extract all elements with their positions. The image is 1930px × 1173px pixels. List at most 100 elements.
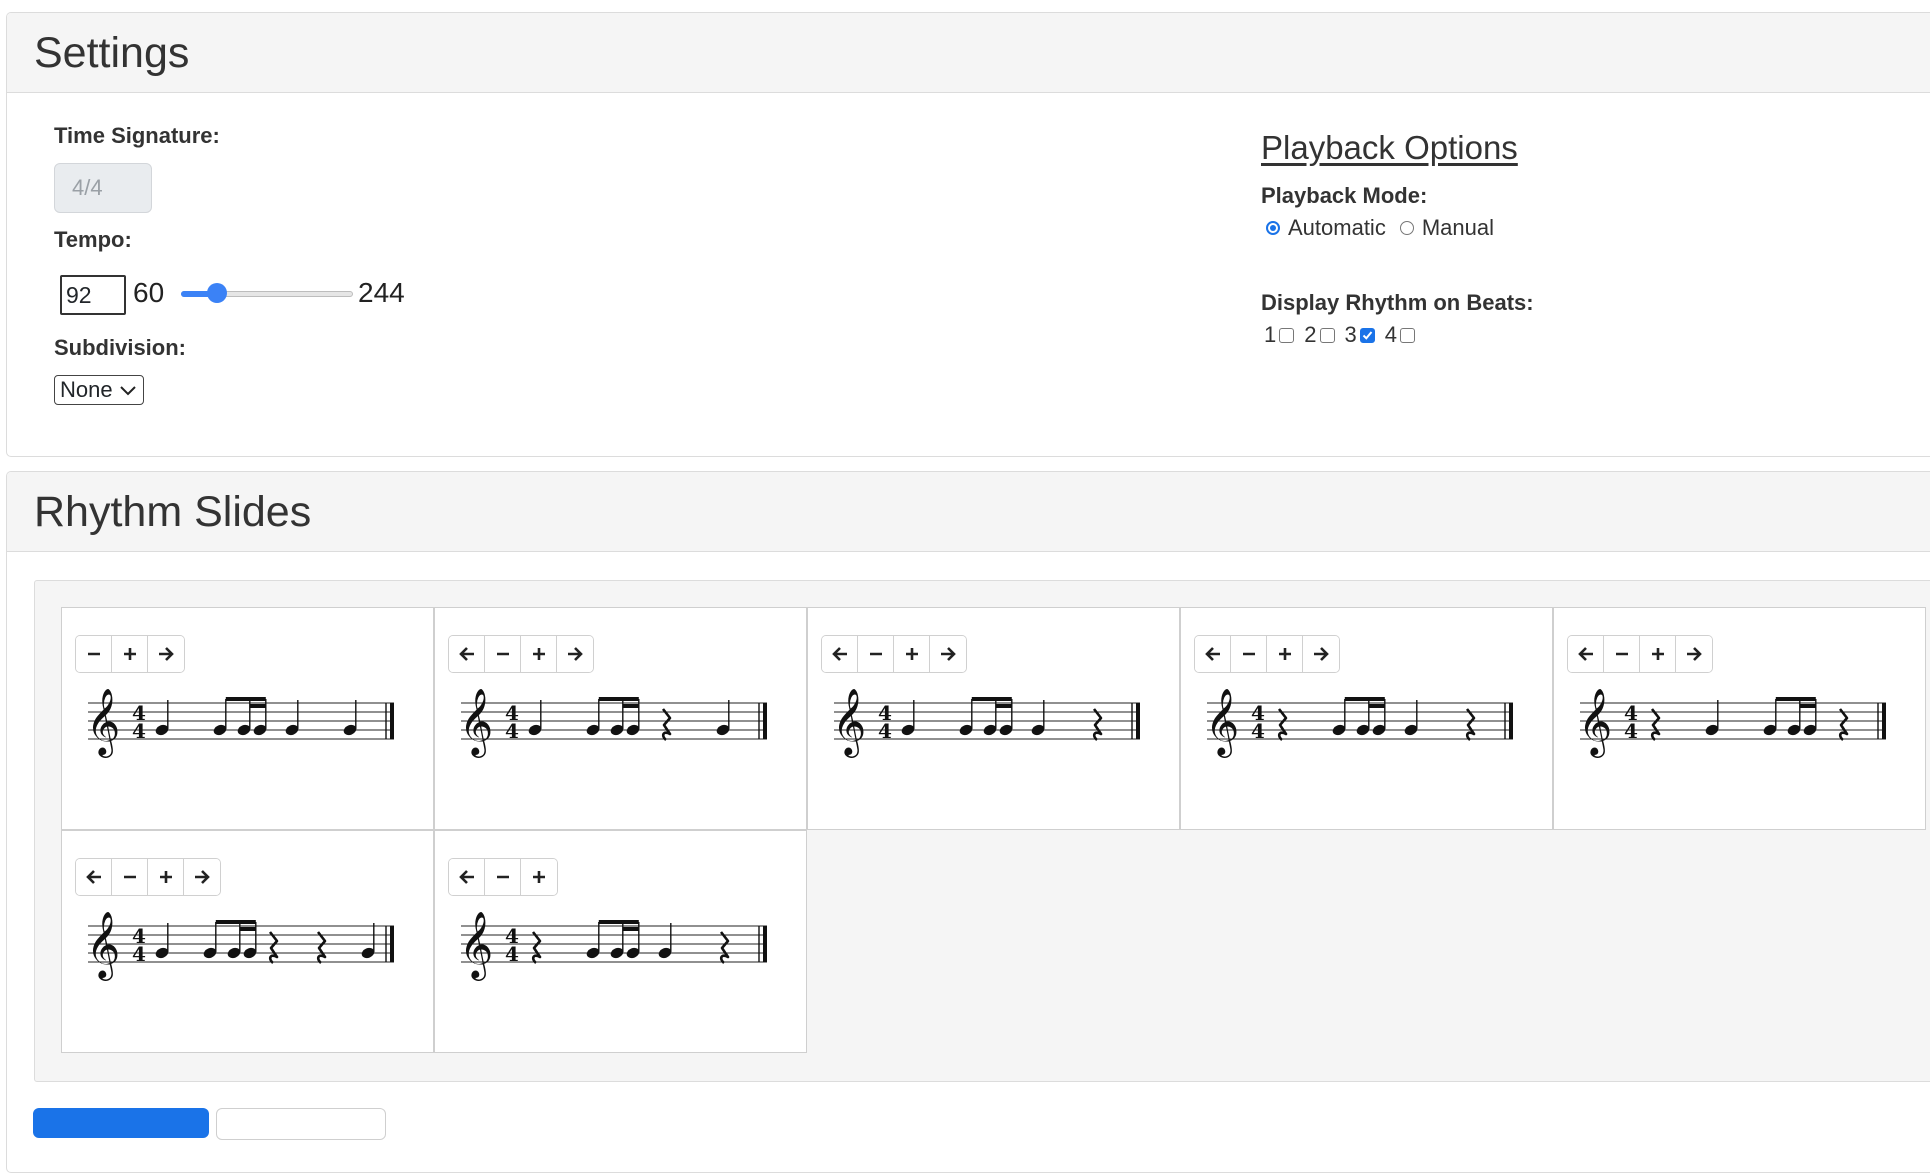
minus-icon <box>869 652 882 656</box>
arrow-right-icon <box>941 647 956 661</box>
minus-button[interactable] <box>858 636 894 672</box>
minus-icon <box>87 652 100 656</box>
rhythm-slide[interactable]: 𝄞 4 4 <box>434 830 807 1053</box>
rhythm-staff: 𝄞 44 <box>88 687 394 758</box>
minus-button[interactable] <box>112 859 148 895</box>
arrow-right-button[interactable] <box>184 859 220 895</box>
minus-icon <box>123 875 136 879</box>
plus-button[interactable] <box>148 859 184 895</box>
quarter-note-icon <box>361 923 375 959</box>
rhythm-slides-title: Rhythm Slides <box>7 472 1930 552</box>
rhythm-slide[interactable]: 𝄞 4 4 <box>434 607 807 830</box>
settings-title: Settings <box>7 13 1930 93</box>
secondary-button[interactable] <box>216 1108 386 1140</box>
minus-button[interactable] <box>76 636 112 672</box>
radio-manual[interactable] <box>1399 221 1414 235</box>
plus-button[interactable] <box>1267 636 1303 672</box>
arrow-left-button[interactable] <box>449 636 485 672</box>
quarter-rest-icon <box>1277 708 1288 742</box>
arrow-left-icon <box>458 870 474 884</box>
slide-controls <box>75 635 185 673</box>
plus-button[interactable] <box>1640 636 1676 672</box>
radio-automatic[interactable] <box>1266 221 1280 235</box>
arrow-right-button[interactable] <box>930 636 966 672</box>
treble-clef-icon: 𝄞 <box>88 910 120 981</box>
rhythm-staff: 𝄞 44 <box>834 687 1140 758</box>
rhythm-staff: 𝄞 44 <box>88 910 394 981</box>
quarter-rest-icon <box>316 931 327 965</box>
arrow-right-icon <box>1314 647 1329 661</box>
treble-clef-icon: 𝄞 <box>461 687 493 758</box>
plus-icon <box>532 648 545 660</box>
arrow-right-icon <box>159 647 174 661</box>
beats-checkboxes: 1 2 3 4 <box>1264 322 1425 348</box>
minus-icon <box>1615 652 1628 656</box>
quarter-rest-icon <box>1465 708 1476 742</box>
treble-clef-icon: 𝄞 <box>461 910 493 981</box>
arrow-right-icon <box>1687 647 1702 661</box>
arrow-right-button[interactable] <box>148 636 184 672</box>
arrow-left-icon <box>458 647 474 661</box>
treble-clef-icon: 𝄞 <box>834 687 866 758</box>
arrow-right-button[interactable] <box>557 636 593 672</box>
beat-2-label: 2 <box>1304 322 1317 347</box>
quarter-note-icon <box>901 700 915 736</box>
slide-controls <box>821 635 967 673</box>
arrow-left-button[interactable] <box>1195 636 1231 672</box>
slide-controls <box>75 858 221 896</box>
arrow-left-button[interactable] <box>76 859 112 895</box>
quarter-note-icon <box>1031 700 1045 736</box>
plus-button[interactable] <box>521 859 557 895</box>
arrow-right-button[interactable] <box>1303 636 1339 672</box>
quarter-note-icon <box>716 700 730 736</box>
rhythm-slides-card: Rhythm Slides 𝄞 4 4 𝄞 4 4 𝄞 4 4 𝄞 4 4 𝄞 4 4 𝄞 4 4 𝄞 4 4 <box>6 471 1930 1173</box>
treble-clef-icon: 𝄞 <box>1580 687 1612 758</box>
tempo-label: Tempo: <box>54 227 132 252</box>
rhythm-slide[interactable]: 𝄞 4 4 <box>807 607 1180 830</box>
minus-icon <box>496 875 509 879</box>
quarter-note-icon <box>528 700 542 736</box>
rhythm-slide[interactable]: 𝄞 4 4 <box>61 830 434 1053</box>
minus-button[interactable] <box>1604 636 1640 672</box>
time-sig-bottom-icon: 4 <box>1251 719 1265 743</box>
beat-1-checkbox[interactable] <box>1279 327 1295 343</box>
rhythm-slide[interactable]: 𝄞 4 4 <box>1180 607 1553 830</box>
plus-button[interactable] <box>894 636 930 672</box>
tempo-slider[interactable] <box>181 283 353 303</box>
quarter-note-icon <box>658 923 672 959</box>
chevron-down-icon <box>120 386 136 396</box>
slider-thumb[interactable] <box>207 283 228 303</box>
plus-button[interactable] <box>521 636 557 672</box>
radio-manual-label: Manual <box>1421 215 1494 240</box>
minus-button[interactable] <box>485 636 521 672</box>
beat-4-label: 4 <box>1384 322 1397 347</box>
plus-icon <box>1278 648 1291 660</box>
minus-button[interactable] <box>485 859 521 895</box>
playback-options-title: Playback Options <box>1261 129 1518 166</box>
quarter-note-icon <box>343 700 357 736</box>
arrow-left-button[interactable] <box>449 859 485 895</box>
beat-3-checkbox[interactable] <box>1359 327 1375 343</box>
plus-button[interactable] <box>112 636 148 672</box>
beat-4-checkbox[interactable] <box>1400 327 1415 343</box>
quarter-rest-icon <box>719 931 730 965</box>
rhythm-slide[interactable]: 𝄞 4 4 <box>1553 607 1926 830</box>
time-signature-label: Time Signature: <box>54 123 220 148</box>
plus-icon <box>159 871 172 883</box>
arrow-left-button[interactable] <box>822 636 858 672</box>
subdivision-select[interactable]: None <box>54 375 144 405</box>
primary-button[interactable] <box>33 1108 209 1138</box>
minus-icon <box>496 652 509 656</box>
quarter-note-icon <box>155 923 169 959</box>
arrow-right-button[interactable] <box>1676 636 1712 672</box>
rhythm-slide[interactable]: 𝄞 4 4 <box>61 607 434 830</box>
beat-2-checkbox[interactable] <box>1319 327 1335 343</box>
playback-mode-group: Automatic Manual <box>1266 215 1494 241</box>
tempo-input[interactable]: 92 <box>60 275 126 315</box>
plus-icon <box>905 648 918 660</box>
arrow-left-button[interactable] <box>1568 636 1604 672</box>
minus-button[interactable] <box>1231 636 1267 672</box>
time-signature-input: 4/4 <box>54 163 152 213</box>
slide-controls <box>448 858 558 896</box>
settings-card: Settings Time Signature: 4/4 Tempo: 92 6… <box>6 12 1930 457</box>
